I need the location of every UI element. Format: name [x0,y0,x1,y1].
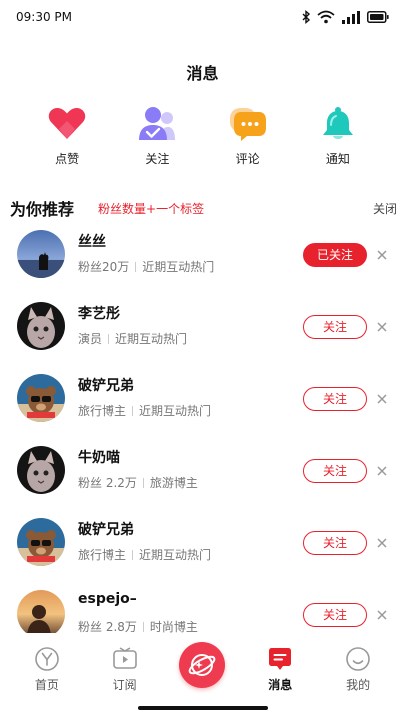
user-meta: 粉丝 2.8万 时尚博主 [78,618,198,633]
list-item[interactable]: 丝丝 粉丝20万 近期互动热门 已关注 [0,225,405,285]
category-comments[interactable]: 评论 [213,104,283,167]
following-button[interactable]: 已关注 [303,243,367,267]
meta-divider [132,406,134,416]
list-item[interactable]: espejo– 粉丝 2.8万 时尚博主 关注 [0,585,405,633]
message-icon [267,646,293,672]
user-meta: 演员 近期互动热门 [78,330,187,347]
category-label: 评论 [235,152,260,166]
user-name[interactable]: 破铲兄弟 [78,519,134,539]
heart-icon [47,104,87,144]
user-tag: 粉丝20万 [78,260,130,274]
close-icon[interactable] [374,463,390,479]
recommend-title: 为你推荐 [10,200,75,219]
profile-icon [345,646,371,672]
category-likes[interactable]: 点赞 [32,104,102,167]
follow-button[interactable]: 关注 [303,459,367,483]
recommend-note: 粉丝数量+一个标签 [98,201,205,216]
follow-button[interactable]: 关注 [303,603,367,627]
tab-profile[interactable]: 我的 [326,640,390,693]
tab-label: 我的 [346,678,371,692]
category-notifications[interactable]: 通知 [303,104,373,167]
avatar[interactable] [17,590,65,633]
list-item[interactable]: 李艺彤 演员 近期互动热门 关注 [0,297,405,357]
category-label: 通知 [325,152,350,166]
meta-divider [135,262,137,272]
subscribe-icon [112,646,138,672]
wifi-icon [317,10,335,24]
user-tag: 近期互动热门 [139,548,212,562]
list-item[interactable]: 破铲兄弟 旅行博主 近期互动热门 关注 [0,369,405,429]
tab-label: 订阅 [112,678,137,692]
avatar[interactable] [17,518,65,566]
tab-messages[interactable]: 消息 [248,640,312,693]
follow-button[interactable]: 关注 [303,531,367,555]
recommend-close-button[interactable]: 关闭 [373,200,397,217]
home-icon [34,646,60,672]
user-tag: 近期互动热门 [142,260,215,274]
page-title: 消息 [186,64,219,83]
battery-icon [367,11,389,23]
user-meta: 旅行博主 近期互动热门 [78,546,211,563]
avatar[interactable] [17,446,65,494]
signal-icon [342,11,360,24]
list-item[interactable]: 破铲兄弟 旅行博主 近期互动热门 关注 [0,513,405,573]
user-meta: 粉丝 2.2万 旅游博主 [78,474,198,491]
user-name[interactable]: 破铲兄弟 [78,375,134,395]
user-tag: 近期互动热门 [115,332,188,346]
status-icons [301,10,389,24]
close-icon[interactable] [374,535,390,551]
close-icon[interactable] [374,391,390,407]
tab-home[interactable]: 首页 [15,640,79,693]
user-tag: 演员 [78,332,103,346]
list-item[interactable]: 牛奶喵 粉丝 2.2万 旅游博主 关注 [0,441,405,501]
meta-divider [132,550,134,560]
user-tag: 旅行博主 [78,404,127,418]
category-label: 点赞 [55,152,80,166]
bluetooth-icon [302,10,311,24]
avatar[interactable] [17,302,65,350]
create-button[interactable] [179,642,226,688]
user-meta: 旅行博主 近期互动热门 [78,402,211,419]
recommend-list: 丝丝 粉丝20万 近期互动热门 已关注 李艺彤 演员 近期互动热门 关注 破铲兄弟 … [0,225,405,633]
person-check-icon [137,104,177,144]
user-tag: 旅游博主 [149,476,198,490]
close-icon[interactable] [374,247,390,263]
message-categories: 点赞 关注 评论 通知 [0,104,405,167]
follow-button[interactable]: 关注 [303,387,367,411]
bottom-tab-bar: 首页 订阅 消息 我的 [0,640,405,700]
home-indicator[interactable] [138,706,268,710]
user-tag: 粉丝 2.8万 [78,620,137,633]
follow-button[interactable]: 关注 [303,315,367,339]
tab-label: 消息 [268,678,293,692]
tab-label: 首页 [34,678,59,692]
tab-subscribe[interactable]: 订阅 [93,640,157,693]
bell-icon [318,104,358,144]
tab-create[interactable] [170,640,234,688]
create-icon [189,654,216,676]
category-label: 关注 [145,152,170,166]
user-tag: 近期互动热门 [139,404,212,418]
user-tag: 粉丝 2.2万 [78,476,137,490]
comment-icon [228,104,268,144]
meta-divider [142,478,144,488]
user-name[interactable]: 李艺彤 [78,303,120,323]
close-icon[interactable] [374,607,390,623]
user-tag: 时尚博主 [149,620,198,633]
avatar[interactable] [17,230,65,278]
category-follows[interactable]: 关注 [122,104,192,167]
user-name[interactable]: espejo– [78,591,137,607]
user-tag: 旅行博主 [78,548,127,562]
user-name[interactable]: 丝丝 [78,231,106,251]
avatar[interactable] [17,374,65,422]
status-time: 09:30 PM [16,10,72,24]
status-bar: 09:30 PM [0,0,405,34]
user-name[interactable]: 牛奶喵 [78,447,120,467]
recommend-header: 为你推荐 粉丝数量+一个标签 关闭 [10,196,397,220]
meta-divider [108,334,110,344]
user-meta: 粉丝20万 近期互动热门 [78,258,214,275]
close-icon[interactable] [374,319,390,335]
meta-divider [142,622,144,632]
